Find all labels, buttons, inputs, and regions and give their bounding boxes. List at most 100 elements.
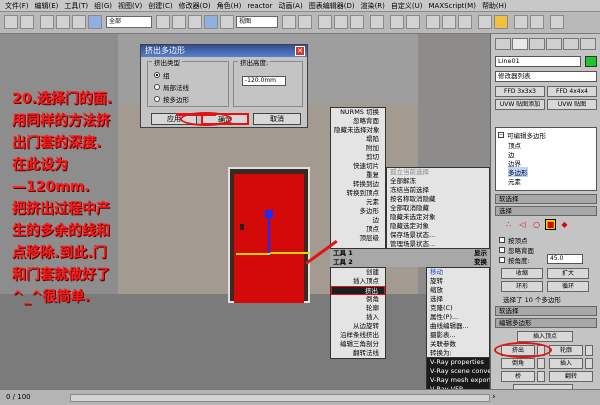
by-angle-checkbox[interactable]: 按角度: [499, 255, 530, 265]
display-tab-icon[interactable] [563, 38, 579, 50]
checkbox-icon[interactable] [499, 237, 505, 243]
rollout-selection-header[interactable]: 选择 [495, 206, 597, 216]
hierarchy-tab-icon[interactable] [529, 38, 545, 50]
insert-vertex-button[interactable]: 插入顶点 [517, 331, 573, 342]
quad-item-quickslice[interactable]: 快速切片 [331, 162, 385, 171]
undo-icon[interactable] [4, 15, 18, 29]
object-name-field[interactable]: Line01 [495, 56, 581, 67]
quad-item-convert-to-vertex[interactable]: 转换到顶点 [331, 189, 385, 198]
quad-item-unfreeze-all[interactable]: 全部解冻 [387, 177, 489, 186]
modifier-list-dropdown[interactable]: 修改器列表 [495, 71, 597, 82]
render-type-icon[interactable] [514, 15, 528, 29]
quad-item-convert-to-edge[interactable]: 转换到边 [331, 180, 385, 189]
render-last-icon[interactable] [530, 15, 544, 29]
quad-item-collapse[interactable]: 塌陷 [331, 135, 385, 144]
ignore-backfacing-checkbox[interactable]: 忽略背面 [499, 245, 534, 255]
quad-item-extrude[interactable]: 挤出 [331, 286, 385, 295]
menu-help[interactable]: 帮助(H) [479, 1, 510, 11]
quad-item-vray-mesh-export[interactable]: V-Ray mesh export [427, 376, 492, 385]
move-icon[interactable] [204, 15, 218, 29]
quad-item-save-scene-state[interactable]: 保存场景状态... [387, 231, 489, 240]
dialog-title-bar[interactable]: 挤出多边形 ✕ [141, 45, 307, 57]
select-object-icon[interactable] [88, 15, 102, 29]
bevel-button[interactable]: 倒角 [501, 358, 535, 369]
select-by-name-icon[interactable] [156, 15, 170, 29]
rollout-edit-polygons-header[interactable]: 编辑多边形 [495, 318, 597, 328]
menu-animation[interactable]: 动画(A) [275, 1, 305, 11]
inset-settings-icon[interactable] [585, 358, 593, 369]
link-icon[interactable] [40, 15, 54, 29]
quad-item-extrude-along-spline[interactable]: 沿样条线挤出 [331, 331, 385, 340]
quad-item-edge[interactable]: 边 [331, 216, 385, 225]
modifier-stack[interactable]: − 可编辑多边形 顶点 边 边界 多边形 元素 [495, 127, 597, 191]
window-crossing-icon[interactable] [188, 15, 202, 29]
quad-item-outline[interactable]: 轮廓 [331, 304, 385, 313]
gizmo-z-axis[interactable] [268, 216, 270, 256]
quick-render-icon[interactable] [494, 15, 508, 29]
ffd-444-button[interactable]: FFD 4x4x4 [547, 86, 597, 97]
bridge-button[interactable]: 桥 [501, 371, 535, 382]
quad-item-vertex[interactable]: 顶点 [331, 225, 385, 234]
quad-item-insert-vertex[interactable]: 插入顶点 [331, 277, 385, 286]
quad-item-dope-sheet[interactable]: 摄影表... [427, 331, 489, 340]
inset-button[interactable]: 插入 [549, 358, 583, 369]
grow-button[interactable]: 扩大 [547, 268, 589, 279]
pivot-center-icon[interactable] [282, 15, 296, 29]
unlink-icon[interactable] [56, 15, 70, 29]
quad-item-rotate[interactable]: 旋转 [427, 277, 489, 286]
radio-by-polygon[interactable]: 按多边形 [154, 94, 189, 104]
curve-editor-icon[interactable] [426, 15, 440, 29]
quad-item-vray-scene-converter[interactable]: V-Ray scene converter [427, 367, 503, 376]
modify-tab-icon[interactable] [512, 38, 528, 50]
loop-button[interactable]: 循环 [547, 281, 589, 292]
polygon-mode-icon[interactable]: ■ [545, 219, 556, 230]
rotate-icon[interactable] [220, 15, 234, 29]
quad-item-repeat[interactable]: 重复 [331, 171, 385, 180]
quad-item-element[interactable]: 元素 [331, 198, 385, 207]
menu-maxscript[interactable]: MAXScript(M) [426, 2, 479, 10]
bevel-settings-icon[interactable] [537, 358, 545, 369]
quad-item-hide-unselected[interactable]: 隐藏未选择对象 [331, 126, 385, 135]
quad-item-move[interactable]: 移动 [427, 268, 489, 277]
menu-reactor[interactable]: reactor [244, 2, 275, 10]
mirror-icon[interactable] [390, 15, 404, 29]
menu-tools[interactable]: 工具(T) [61, 1, 91, 11]
collapse-icon[interactable]: − [498, 132, 504, 138]
quad-item-scale[interactable]: 缩放 [427, 286, 489, 295]
rollout-soft-select-header[interactable]: 软选择 [495, 306, 597, 316]
render-setup-icon[interactable] [478, 15, 492, 29]
selection-filter-dropdown[interactable]: 全部 [106, 16, 152, 28]
outline-settings-icon[interactable] [585, 345, 593, 356]
quad-item-edit-triangulation[interactable]: 编辑三角剖分 [331, 340, 385, 349]
named-selection-icon[interactable] [370, 15, 384, 29]
border-mode-icon[interactable]: ○ [531, 219, 542, 230]
radio-local-normal[interactable]: 局部法线 [154, 82, 189, 92]
angle-snap-icon[interactable] [334, 15, 348, 29]
uvw-map-add-button[interactable]: UVW 贴图添加 [495, 99, 545, 110]
quad-item-inset[interactable]: 插入 [331, 313, 385, 322]
menu-file[interactable]: 文件(F) [2, 1, 32, 11]
quad-item-wire-parameters[interactable]: 关联参数 [427, 340, 489, 349]
quad-item-hinge-from-edge[interactable]: 从边旋转 [331, 322, 385, 331]
checkbox-icon[interactable] [499, 257, 505, 263]
menu-character[interactable]: 角色(H) [214, 1, 245, 11]
select-manipulate-icon[interactable] [298, 15, 312, 29]
element-mode-icon[interactable]: ◆ [559, 219, 570, 230]
quad-item-flip-normals[interactable]: 翻转法线 [331, 349, 385, 358]
flip-button[interactable]: 翻转 [549, 371, 593, 382]
checkbox-icon[interactable] [499, 247, 505, 253]
cancel-button[interactable]: 取消 [253, 113, 301, 125]
quad-item-clone[interactable]: 克隆(C) [427, 304, 489, 313]
gizmo-x-axis[interactable] [236, 253, 270, 255]
menu-customize[interactable]: 自定义(U) [388, 1, 426, 11]
quad-item-unhide-by-name[interactable]: 按名称取消隐藏 [387, 195, 489, 204]
quad-item-properties[interactable]: 属性(P)... [427, 313, 489, 322]
menu-rendering[interactable]: 渲染(R) [358, 1, 388, 11]
quad-item-hide-unselected-objects[interactable]: 隐藏未选定对象 [387, 213, 489, 222]
menu-group[interactable]: 组(G) [91, 1, 115, 11]
create-tab-icon[interactable] [495, 38, 511, 50]
quad-item-hide-selection[interactable]: 隐藏选定对象 [387, 222, 489, 231]
shrink-button[interactable]: 收缩 [501, 268, 543, 279]
by-vertex-checkbox[interactable]: 按顶点 [499, 235, 528, 245]
utilities-tab-icon[interactable] [580, 38, 596, 50]
